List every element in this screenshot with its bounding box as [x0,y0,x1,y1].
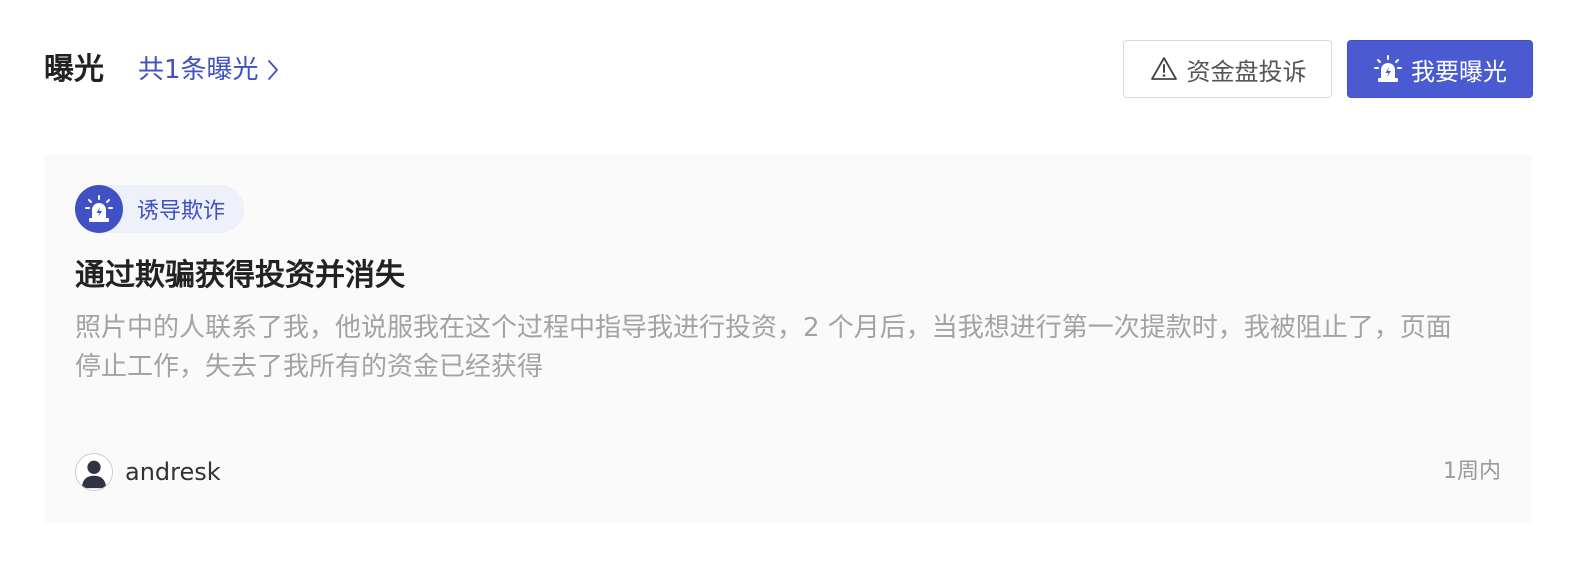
exposure-count-label: 共1条曝光 [138,55,259,85]
fund-complaint-label: 资金盘投诉 [1186,57,1307,86]
expose-button-label: 我要曝光 [1411,57,1507,86]
chevron-right-icon [267,60,278,80]
expose-button[interactable]: 我要曝光 [1347,40,1533,98]
category-tag: 诱导欺诈 [75,185,244,233]
exposure-description: 照片中的人联系了我，他说服我在这个过程中指导我进行投资，2 个月后，当我想进行第… [75,313,1452,382]
exposure-title: 通过欺骗获得投资并消失 [75,258,405,293]
exposure-count-link[interactable]: 共1条曝光 [138,53,279,87]
warning-triangle-icon [1149,54,1179,84]
page-title: 曝光 [44,52,104,87]
author-info: andresk [75,453,221,491]
user-avatar-icon [75,453,113,491]
exposure-header: 曝光 共1条曝光 资金盘投诉 我要曝光 [44,40,1533,98]
alarm-siren-icon [75,185,123,233]
post-time: 1周内 [1443,459,1501,484]
fund-complaint-button[interactable]: 资金盘投诉 [1123,40,1332,98]
author-name: andresk [125,458,221,486]
alarm-siren-icon [1373,54,1403,84]
category-tag-label: 诱导欺诈 [137,199,226,224]
exposure-card[interactable]: 诱导欺诈 通过欺骗获得投资并消失 照片中的人联系了我，他说服我在这个过程中指导我… [44,155,1532,523]
